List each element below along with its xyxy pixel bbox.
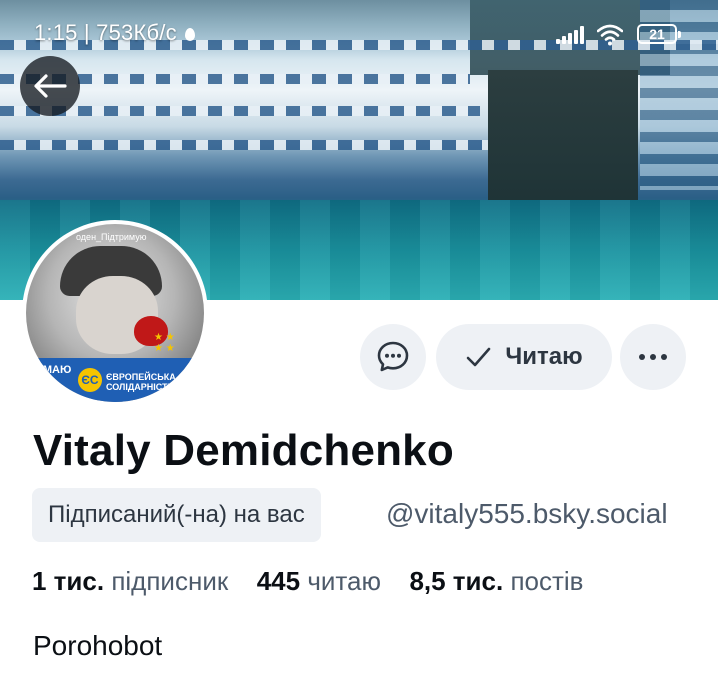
followers-stat[interactable]: 1 тис. підписник (32, 566, 235, 596)
status-bar: 1:15 | 753Кб/с 21 (0, 20, 718, 50)
party-logo-icon: ЄС (78, 368, 102, 392)
profile-bio: Porohobot (33, 630, 163, 661)
stars-icon: ★ ★ ★ ★ (154, 332, 175, 354)
avatar[interactable]: оден_Підтримую ★ ★ ★ ★ УМАЮ ЄС ЄВРОПЕЙСЬК… (22, 220, 208, 406)
following-button[interactable]: Читаю (436, 324, 612, 390)
status-time: 1:15 | 753Кб/с (34, 20, 195, 46)
profile-stats: 1 тис. підписник 445 читаю 8,5 тис. пост… (32, 566, 584, 597)
back-button[interactable] (20, 56, 80, 116)
following-button-label: Читаю (505, 343, 583, 370)
display-name: Vitaly Demidchenko (33, 426, 454, 475)
battery-icon: 21 (637, 24, 681, 44)
notification-dot-icon (184, 28, 195, 41)
avatar-caption-top: оден_Підтримую (76, 232, 147, 242)
avatar-image: оден_Підтримую ★ ★ ★ ★ УМАЮ ЄС ЄВРОПЕЙСЬК… (26, 224, 204, 402)
posts-label: постів (510, 566, 584, 596)
following-count: 445 (256, 566, 301, 596)
follows-you-badge: Підписаний(-на) на вас (32, 488, 321, 542)
avatar-party-line2: СОЛІДАРНІСТЬ (106, 382, 175, 392)
following-stat[interactable]: 445 читаю (257, 566, 389, 596)
avatar-caption-left: УМАЮ (36, 364, 72, 376)
followers-count: 1 тис. (32, 566, 105, 596)
ellipsis-icon (639, 354, 667, 360)
followers-label: підписник (111, 566, 229, 596)
banner-ship-deck (0, 140, 490, 150)
signal-icon (556, 26, 586, 44)
battery-level: 21 (649, 26, 665, 42)
check-icon (467, 347, 491, 367)
avatar-party-name: ЄВРОПЕЙСЬКА СОЛІДАРНІСТЬ (106, 372, 176, 392)
posts-stat: 8,5 тис. постів (409, 566, 583, 596)
following-label: читаю (307, 566, 381, 596)
chat-bubble-icon (377, 341, 409, 372)
wifi-icon (597, 24, 623, 46)
banner-ship-deck (0, 106, 480, 116)
posts-count: 8,5 тис. (409, 566, 504, 596)
arrow-left-icon (34, 74, 67, 98)
banner-bridge-pillar (488, 70, 638, 210)
message-button[interactable] (360, 324, 426, 390)
more-options-button[interactable] (620, 324, 686, 390)
avatar-party-line1: ЄВРОПЕЙСЬКА (106, 372, 176, 382)
status-time-text: 1:15 | 753Кб/с (34, 20, 177, 45)
user-handle[interactable]: @vitaly555.bsky.social (386, 498, 668, 530)
